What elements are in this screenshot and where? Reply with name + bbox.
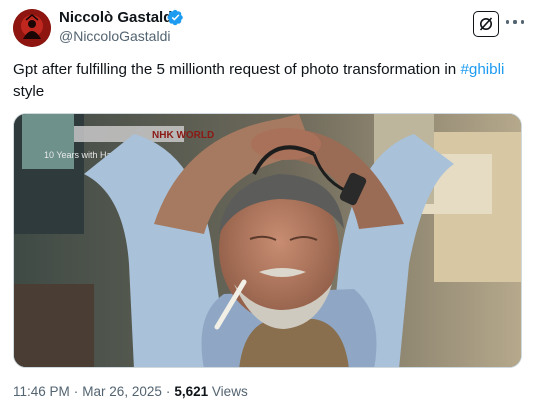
grok-icon (479, 17, 493, 31)
tweet-time[interactable]: 11:46 PM (13, 384, 70, 399)
author-name[interactable]: Niccolò Gastaldi (59, 9, 177, 26)
views-count: 5,621 (174, 384, 209, 399)
meta-separator: · (73, 384, 79, 399)
tweet-text-before: Gpt after fulfilling the 5 millionth req… (13, 61, 461, 78)
tweet-date[interactable]: Mar 26, 2025 (82, 384, 162, 399)
tweet-meta: 11:46 PM · Mar 26, 2025 · 5,621 Views (13, 384, 248, 399)
grok-button[interactable] (473, 11, 499, 37)
more-options-icon[interactable] (506, 15, 524, 29)
tweet-media[interactable]: NHK WORLD 10 Years with Hayao Mi (13, 113, 522, 368)
author-avatar[interactable] (13, 9, 51, 47)
tweet-text: Gpt after fulfilling the 5 millionth req… (13, 59, 528, 103)
meta-separator-2: · (165, 384, 171, 399)
author-handle[interactable]: @NiccoloGastaldi (59, 28, 170, 44)
media-photo: NHK WORLD 10 Years with Hayao Mi (14, 114, 521, 367)
tweet-card: Niccolò Gastaldi @NiccoloGastaldi Gpt af… (0, 0, 542, 405)
broadcaster-logo: NHK WORLD (152, 130, 214, 141)
hashtag-link[interactable]: #ghibli (460, 61, 504, 78)
views-label: Views (211, 384, 248, 399)
verified-badge-icon (167, 9, 183, 26)
tweet-text-after: style (13, 83, 45, 100)
avatar-image (13, 9, 51, 47)
